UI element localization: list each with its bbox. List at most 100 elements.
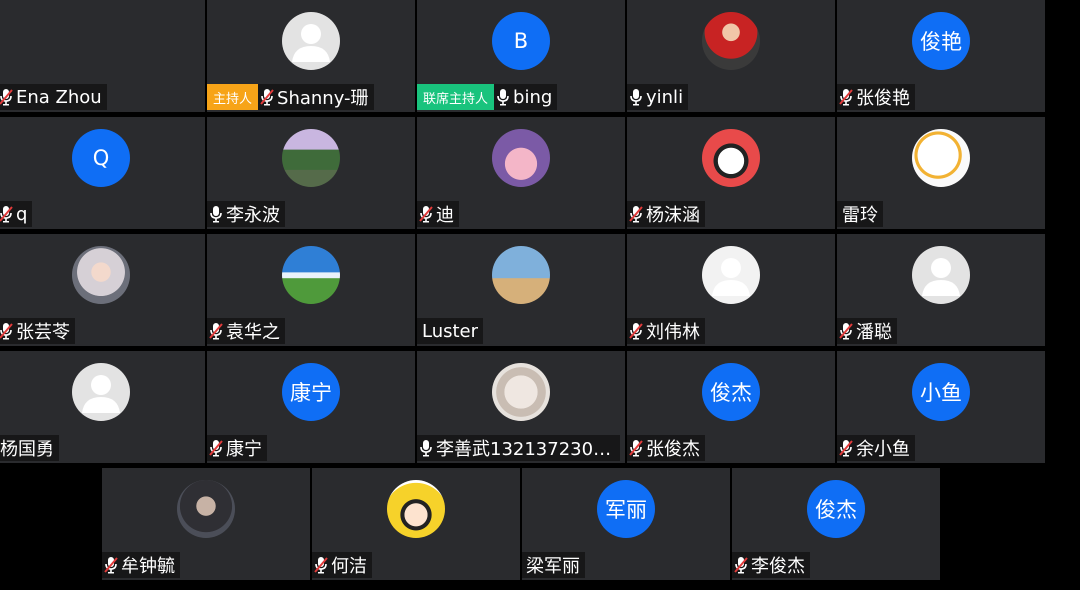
participant-tile[interactable]: 袁华之 <box>207 234 415 346</box>
participant-tile[interactable]: 俊杰 张俊杰 <box>627 351 835 463</box>
nameplate: 潘聪 <box>837 318 897 344</box>
nameplate: Ena Zhou <box>0 84 107 110</box>
nameplate: 刘伟林 <box>627 318 705 344</box>
participant-tile[interactable]: 杨沫涵 <box>627 117 835 229</box>
letter-avatar: 小鱼 <box>912 363 970 421</box>
default-avatar-icon <box>912 246 970 304</box>
participant-tile[interactable]: 迪 <box>417 117 625 229</box>
participant-tile[interactable]: 潘聪 <box>837 234 1045 346</box>
participant-tile[interactable]: 李善武1321372303… <box>417 351 625 463</box>
participant-name: 张俊艳 <box>856 88 910 109</box>
default-avatar-icon <box>72 363 130 421</box>
participant-tile[interactable]: 牟钟毓 <box>102 468 310 580</box>
participant-name: yinli <box>646 86 684 108</box>
mic-muted-icon <box>0 205 13 223</box>
nameplate: 张俊艳 <box>837 84 915 110</box>
participant-tile[interactable]: 何洁 <box>312 468 520 580</box>
mic-on-icon <box>629 88 643 106</box>
participant-name: 康宁 <box>226 439 262 460</box>
mic-on-icon <box>496 88 510 106</box>
name-bar: Luster <box>417 318 484 344</box>
name-bar: 李永波 <box>207 201 285 227</box>
participant-tile[interactable]: 雷玲 <box>837 117 1045 229</box>
participant-name: 何洁 <box>331 556 367 577</box>
participant-tile[interactable]: Ena Zhou <box>0 0 205 112</box>
participant-name: 张芸苓 <box>16 322 70 343</box>
nameplate: 雷玲 <box>837 201 883 227</box>
nameplate: 梁军丽 <box>522 552 585 578</box>
mic-muted-icon <box>629 322 643 340</box>
participant-tile[interactable]: 刘伟林 <box>627 234 835 346</box>
mic-muted-icon <box>839 322 853 340</box>
mic-muted-icon <box>734 556 748 574</box>
letter-avatar: B <box>492 12 550 70</box>
participant-tile[interactable]: Luster <box>417 234 625 346</box>
name-bar: 袁华之 <box>207 318 285 344</box>
letter-avatar: 军丽 <box>597 480 655 538</box>
name-bar: 张俊艳 <box>837 84 915 110</box>
participant-tile[interactable]: 俊艳 张俊艳 <box>837 0 1045 112</box>
mic-muted-icon <box>314 556 328 574</box>
photo-avatar <box>912 129 970 187</box>
nameplate: q <box>0 201 33 227</box>
nameplate: 余小鱼 <box>837 435 915 461</box>
name-bar: q <box>0 201 33 227</box>
host-badge: 主持人 <box>207 84 259 110</box>
participant-tile[interactable]: 李永波 <box>207 117 415 229</box>
participant-tile[interactable]: B 联席主持人 bing <box>417 0 625 112</box>
mic-muted-icon <box>839 88 853 106</box>
name-bar: 何洁 <box>312 552 372 578</box>
participant-name: 雷玲 <box>842 205 878 226</box>
letter-avatar: 俊艳 <box>912 12 970 70</box>
photo-avatar <box>702 12 760 70</box>
participant-tile[interactable]: 康宁 康宁 <box>207 351 415 463</box>
mic-muted-icon <box>209 439 223 457</box>
nameplate: 牟钟毓 <box>102 552 180 578</box>
cohost-badge: 联席主持人 <box>417 84 495 110</box>
nameplate: 李永波 <box>207 201 285 227</box>
name-bar: 张芸苓 <box>0 318 75 344</box>
photo-avatar <box>387 480 445 538</box>
name-bar: 主持人 Shanny-珊 <box>207 84 374 110</box>
participant-name: Ena Zhou <box>16 86 102 108</box>
participant-name: 杨国勇 <box>0 439 54 460</box>
letter-avatar: 俊杰 <box>807 480 865 538</box>
name-bar: yinli <box>627 84 689 110</box>
photo-avatar <box>72 246 130 304</box>
photo-avatar <box>492 129 550 187</box>
letter-avatar: 俊杰 <box>702 363 760 421</box>
participant-tile[interactable]: Q q <box>0 117 205 229</box>
default-avatar-icon <box>282 12 340 70</box>
participant-tile[interactable]: yinli <box>627 0 835 112</box>
name-bar: Ena Zhou <box>0 84 107 110</box>
participant-tile[interactable]: 小鱼 余小鱼 <box>837 351 1045 463</box>
name-bar: 牟钟毓 <box>102 552 180 578</box>
participant-name: 牟钟毓 <box>121 556 175 577</box>
participant-name: Shanny-珊 <box>277 88 369 109</box>
participant-tile[interactable]: 杨国勇 <box>0 351 205 463</box>
name-bar: 雷玲 <box>837 201 883 227</box>
photo-avatar <box>702 129 760 187</box>
participant-tile[interactable]: 张芸苓 <box>0 234 205 346</box>
participant-tile[interactable]: 主持人 Shanny-珊 <box>207 0 415 112</box>
participant-name: 刘伟林 <box>646 322 700 343</box>
participant-name: bing <box>513 86 553 108</box>
nameplate: bing <box>494 84 558 110</box>
mic-muted-icon <box>629 439 643 457</box>
nameplate: 何洁 <box>312 552 372 578</box>
name-bar: 梁军丽 <box>522 552 585 578</box>
letter-avatar: Q <box>72 129 130 187</box>
participant-name: q <box>16 203 28 225</box>
name-bar: 杨沫涵 <box>627 201 705 227</box>
nameplate: 袁华之 <box>207 318 285 344</box>
participant-name: 余小鱼 <box>856 439 910 460</box>
participant-name: 李俊杰 <box>751 556 805 577</box>
name-bar: 李俊杰 <box>732 552 810 578</box>
nameplate: 李俊杰 <box>732 552 810 578</box>
nameplate: 张俊杰 <box>627 435 705 461</box>
name-bar: 杨国勇 <box>0 435 59 461</box>
mic-on-icon <box>419 439 433 457</box>
photo-avatar <box>282 129 340 187</box>
participant-tile[interactable]: 军丽 梁军丽 <box>522 468 730 580</box>
participant-tile[interactable]: 俊杰 李俊杰 <box>732 468 940 580</box>
